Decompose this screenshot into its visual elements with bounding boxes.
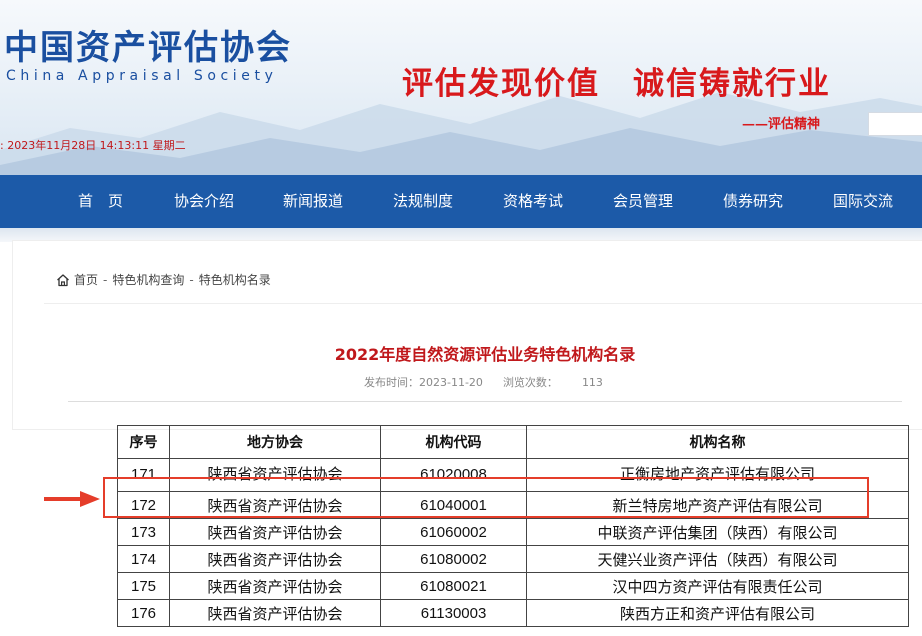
current-datetime: : 2023年11月28日 14:13:11 星期二: [0, 139, 186, 152]
cell-index: 174: [117, 545, 170, 573]
table-row: 174 陕西省资产评估协会 61080002 天健兴业资产评估（陕西）有限公司: [117, 545, 909, 573]
article-title: 2022年度自然资源评估业务特色机构名录: [334, 345, 636, 364]
nav-home[interactable]: 首 页: [78, 175, 123, 228]
publish-date: 2023-11-20: [419, 376, 483, 389]
cell-index: 176: [117, 599, 170, 627]
table-row: 173 陕西省资产评估协会 61060002 中联资产评估集团（陕西）有限公司: [117, 518, 909, 546]
header-code: 机构代码: [380, 425, 527, 459]
highlight-box: [103, 477, 869, 518]
cell-association: 陕西省资产评估协会: [169, 545, 381, 573]
table-row: 176 陕西省资产评估协会 61130003 陕西方正和资产评估有限公司: [117, 599, 909, 627]
cell-name: 汉中四方资产评估有限责任公司: [526, 572, 909, 600]
page: 中国资产评估协会 China Appraisal Society 评估发现价值 …: [0, 0, 922, 636]
header-name: 机构名称: [526, 425, 909, 459]
cell-association: 陕西省资产评估协会: [169, 599, 381, 627]
cell-name: 中联资产评估集团（陕西）有限公司: [526, 518, 909, 546]
cell-code: 61130003: [380, 599, 527, 627]
logo-chinese[interactable]: 中国资产评估协会: [4, 20, 292, 69]
slogan-signature: ——评估精神: [742, 117, 821, 132]
slogan: 评估发现价值 诚信铸就行业: [402, 66, 831, 102]
nav-regulations[interactable]: 法规制度: [393, 175, 453, 228]
home-icon[interactable]: [56, 273, 70, 290]
search-input[interactable]: [868, 112, 922, 136]
title-divider: [68, 401, 902, 402]
breadcrumb-separator: -: [189, 273, 194, 287]
nav-members[interactable]: 会员管理: [613, 175, 673, 228]
view-count: 113: [581, 376, 603, 389]
header-association: 地方协会: [169, 425, 381, 459]
cell-code: 61080002: [380, 545, 527, 573]
breadcrumb-divider: [44, 303, 922, 304]
cell-name: 天健兴业资产评估（陕西）有限公司: [526, 545, 909, 573]
header-index: 序号: [117, 425, 170, 459]
breadcrumb-home[interactable]: 首页: [74, 273, 98, 287]
logo-english: China Appraisal Society: [6, 68, 278, 84]
nav-bond-research[interactable]: 债券研究: [723, 175, 783, 228]
cell-association: 陕西省资产评估协会: [169, 572, 381, 600]
views-label: 浏览次数：: [502, 376, 558, 389]
cell-code: 61080021: [380, 572, 527, 600]
cell-name: 陕西方正和资产评估有限公司: [526, 599, 909, 627]
article-meta: 发布时间：2023-11-20 浏览次数： 113: [364, 374, 603, 390]
publish-label: 发布时间：: [364, 376, 419, 389]
nav-international[interactable]: 国际交流: [833, 175, 893, 228]
breadcrumb-level1[interactable]: 特色机构查询: [112, 273, 184, 287]
nav-about[interactable]: 协会介绍: [174, 175, 234, 228]
breadcrumb: 首页 - 特色机构查询 - 特色机构名录: [56, 271, 271, 290]
main-nav: 首 页 协会介绍 新闻报道 法规制度 资格考试 会员管理 债券研究 国际交流: [0, 175, 922, 228]
nav-exams[interactable]: 资格考试: [503, 175, 563, 228]
table-row: 175 陕西省资产评估协会 61080021 汉中四方资产评估有限责任公司: [117, 572, 909, 600]
cell-association: 陕西省资产评估协会: [169, 518, 381, 546]
arrow-right-icon: [44, 491, 100, 507]
breadcrumb-level2[interactable]: 特色机构名录: [199, 273, 271, 287]
header-banner: 中国资产评估协会 China Appraisal Society 评估发现价值 …: [0, 0, 922, 175]
cell-index: 173: [117, 518, 170, 546]
table-header-row: 序号 地方协会 机构代码 机构名称: [117, 425, 909, 459]
breadcrumb-separator: -: [103, 273, 108, 287]
nav-news[interactable]: 新闻报道: [283, 175, 343, 228]
cell-code: 61060002: [380, 518, 527, 546]
cell-index: 175: [117, 572, 170, 600]
institution-table: 序号 地方协会 机构代码 机构名称 171 陕西省资产评估协会 61020008…: [117, 425, 909, 627]
